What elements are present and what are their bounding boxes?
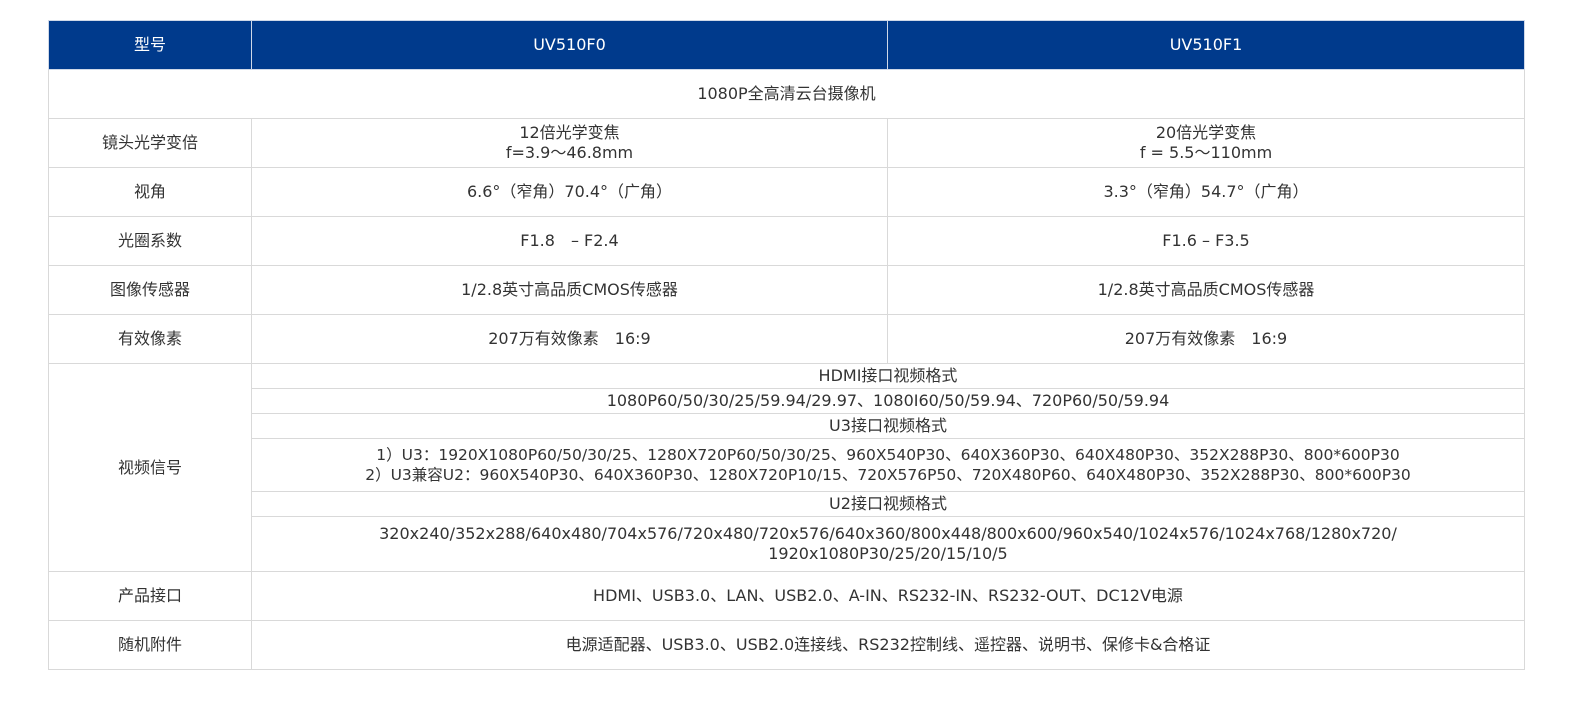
product-subtitle: 1080P全高清云台摄像机 [48,69,1525,119]
u2-format-title: U2接口视频格式 [251,491,1525,517]
zoom-label: 镜头光学变倍 [48,118,252,168]
ports-row: 产品接口 HDMI、USB3.0、LAN、USB2.0、A-IN、RS232-I… [48,571,1525,621]
spec-table: 型号 UV510F0 UV510F1 1080P全高清云台摄像机 镜头光学变倍 … [48,20,1525,670]
sensor-value-a: 1/2.8英寸高品质CMOS传感器 [251,265,888,315]
subtitle-row: 1080P全高清云台摄像机 [48,69,1525,119]
model-a-header: UV510F0 [251,20,888,70]
u2-format-line2: 1920x1080P30/25/20/15/10/5 [768,544,1008,563]
u2-format-line1: 320x240/352x288/640x480/704x576/720x480/… [379,524,1397,543]
accessories-value: 电源适配器、USB3.0、USB2.0连接线、RS232控制线、遥控器、说明书、… [251,620,1525,670]
model-label-header: 型号 [48,20,252,70]
zoom-value-b: 20倍光学变焦 f = 5.5～110mm [887,118,1525,168]
pixels-value-b: 207万有效像素 16:9 [887,314,1525,364]
u3-format-list: 1）U3：1920X1080P60/50/30/25、1280X720P60/5… [251,438,1525,492]
zoom-a-line2: f=3.9～46.8mm [505,143,634,162]
accessories-row: 随机附件 电源适配器、USB3.0、USB2.0连接线、RS232控制线、遥控器… [48,620,1525,670]
view-row: 视角 6.6°（窄角）70.4°（广角） 3.3°（窄角）54.7°（广角） [48,167,1525,217]
aperture-label: 光圈系数 [48,216,252,266]
u2-format-list: 320x240/352x288/640x480/704x576/720x480/… [251,516,1525,572]
view-label: 视角 [48,167,252,217]
aperture-value-b: F1.6 – F3.5 [887,216,1525,266]
view-value-a: 6.6°（窄角）70.4°（广角） [251,167,888,217]
ports-label: 产品接口 [48,571,252,621]
header-row: 型号 UV510F0 UV510F1 [48,20,1525,70]
hdmi-format-list: 1080P60/50/30/25/59.94/29.97、1080I60/50/… [251,388,1525,414]
u3-format-line2: 2）U3兼容U2：960X540P30、640X360P30、1280X720P… [365,466,1411,484]
hdmi-format-title: HDMI接口视频格式 [251,363,1525,389]
zoom-b-line1: 20倍光学变焦 [1155,123,1257,142]
aperture-row: 光圈系数 F1.8 – F2.4 F1.6 – F3.5 [48,216,1525,266]
video-u2-formats-row: 320x240/352x288/640x480/704x576/720x480/… [49,516,1525,572]
pixels-label: 有效像素 [48,314,252,364]
video-u3-title-row: U3接口视频格式 [49,413,1525,439]
video-hdmi-formats-row: 1080P60/50/30/25/59.94/29.97、1080I60/50/… [49,388,1525,414]
video-u2-title-row: U2接口视频格式 [49,491,1525,517]
accessories-label: 随机附件 [48,620,252,670]
pixels-value-a: 207万有效像素 16:9 [251,314,888,364]
zoom-a-line1: 12倍光学变焦 [519,123,620,142]
zoom-value-a: 12倍光学变焦 f=3.9～46.8mm [251,118,888,168]
aperture-value-a: F1.8 – F2.4 [251,216,888,266]
zoom-row: 镜头光学变倍 12倍光学变焦 f=3.9～46.8mm 20倍光学变焦 f = … [48,118,1525,168]
video-hdmi-title-row: 视频信号 HDMI接口视频格式 [48,363,1525,572]
u3-format-title: U3接口视频格式 [251,413,1525,439]
video-label: 视频信号 [48,363,252,572]
zoom-b-line2: f = 5.5～110mm [1139,143,1273,162]
ports-value: HDMI、USB3.0、LAN、USB2.0、A-IN、RS232-IN、RS2… [251,571,1525,621]
model-b-header: UV510F1 [887,20,1525,70]
pixels-row: 有效像素 207万有效像素 16:9 207万有效像素 16:9 [48,314,1525,364]
sensor-row: 图像传感器 1/2.8英寸高品质CMOS传感器 1/2.8英寸高品质CMOS传感… [48,265,1525,315]
u3-format-line1: 1）U3：1920X1080P60/50/30/25、1280X720P60/5… [376,446,1400,464]
sensor-label: 图像传感器 [48,265,252,315]
video-u3-formats-row: 1）U3：1920X1080P60/50/30/25、1280X720P60/5… [49,438,1525,492]
view-value-b: 3.3°（窄角）54.7°（广角） [887,167,1525,217]
sensor-value-b: 1/2.8英寸高品质CMOS传感器 [887,265,1525,315]
